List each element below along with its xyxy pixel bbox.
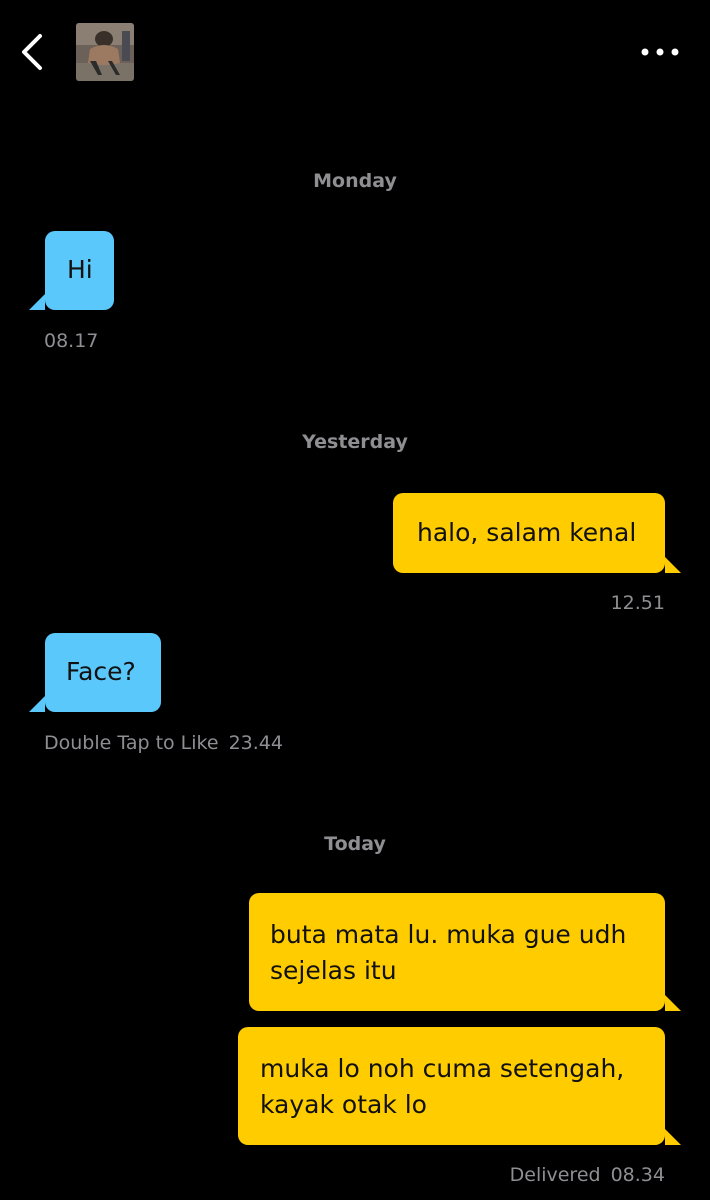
message-time: 23.44 (228, 732, 283, 754)
message-bubble-outgoing[interactable]: muka lo noh cuma setengah, kayak otak lo (238, 1027, 681, 1145)
message-bubble-outgoing[interactable]: halo, salam kenal (393, 493, 681, 573)
message-time: 08.17 (44, 330, 99, 352)
message-meta: Double Tap to Like 23.44 (44, 732, 283, 754)
message-text: Face? (66, 657, 136, 686)
avatar[interactable] (76, 23, 134, 81)
chat-header (0, 0, 710, 110)
bubble-tail (665, 1129, 681, 1145)
message-bubble-incoming[interactable]: Hi (29, 231, 114, 310)
message-meta: 12.51 (611, 592, 665, 614)
message-text: buta mata lu. muka gue udh sejelas itu (270, 920, 627, 985)
profile-photo (76, 23, 134, 81)
more-horizontal-icon (641, 48, 679, 56)
message-text: halo, salam kenal (417, 518, 637, 547)
bubble-tail (665, 557, 681, 573)
double-tap-hint[interactable]: Double Tap to Like (44, 732, 219, 754)
message-meta: 08.17 (44, 330, 98, 352)
message-time: 08.34 (610, 1164, 665, 1186)
day-separator-today: Today (324, 833, 386, 855)
bubble-tail (29, 696, 45, 712)
bubble-tail (665, 995, 681, 1011)
message-text: Hi (67, 255, 93, 284)
day-separator-monday: Monday (313, 170, 397, 192)
back-button[interactable] (6, 22, 56, 82)
message-meta: Delivered 08.34 (510, 1164, 665, 1186)
more-options-button[interactable] (630, 30, 690, 74)
message-bubble-incoming[interactable]: Face? (29, 633, 161, 712)
message-time: 12.51 (610, 592, 665, 614)
message-text: muka lo noh cuma setengah, kayak otak lo (260, 1054, 625, 1119)
delivery-status: Delivered (509, 1164, 601, 1186)
bubble-tail (29, 294, 45, 310)
message-bubble-outgoing[interactable]: buta mata lu. muka gue udh sejelas itu (249, 893, 681, 1011)
chevron-left-icon (22, 34, 42, 70)
day-separator-yesterday: Yesterday (302, 431, 408, 453)
